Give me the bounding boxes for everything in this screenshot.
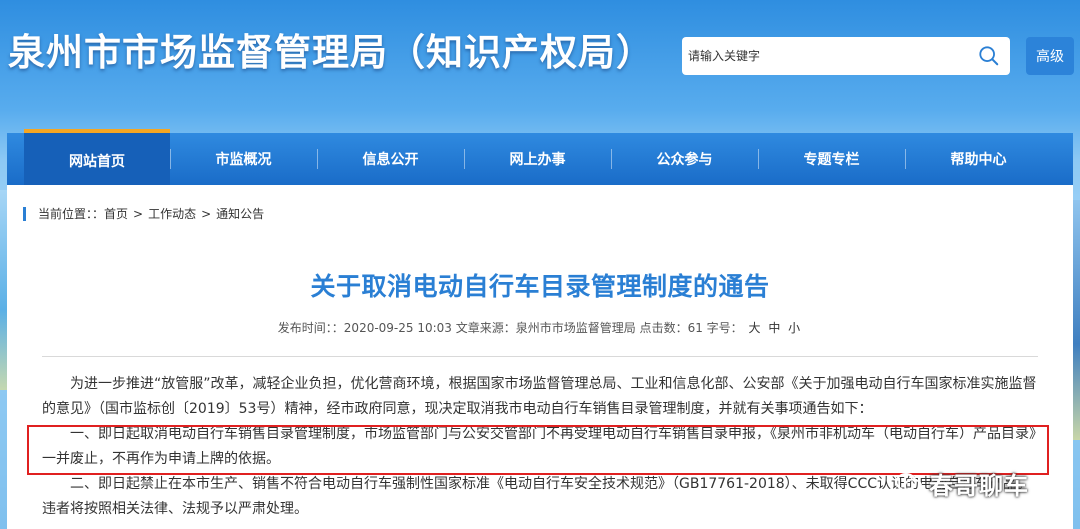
nav-label: 专题专栏 xyxy=(803,152,860,168)
search-icon[interactable] xyxy=(978,45,1000,67)
nav-label: 网站首页 xyxy=(69,154,125,170)
breadcrumb-separator: > xyxy=(201,206,212,221)
breadcrumb-marker xyxy=(23,206,26,221)
nav-label: 帮助中心 xyxy=(950,152,1007,168)
watermark-text: 春哥聊车 xyxy=(929,472,1029,500)
breadcrumb-home-link[interactable]: 首页 xyxy=(104,205,128,222)
nav-divider xyxy=(464,149,465,169)
nav-item-home[interactable]: 网站首页 xyxy=(24,129,170,185)
nav-divider xyxy=(905,149,906,169)
breadcrumb-prefix: 当前位置：： xyxy=(38,207,105,221)
search-input[interactable] xyxy=(682,37,968,75)
nav-item-special-topics[interactable]: 专题专栏 xyxy=(758,133,905,185)
advanced-search-button[interactable]: 高级 xyxy=(1026,37,1074,75)
breadcrumb-separator: > xyxy=(133,206,144,221)
article-paragraph: 为进一步推进“放管服”改革，减轻企业负担，优化营商环境，根据国家市场监督管理总局… xyxy=(42,376,1037,417)
article-meta-text: 发布时间：：2020-09-25 10:03 文章来源：泉州市市场监督管理局 点… xyxy=(277,321,743,335)
nav-divider xyxy=(758,149,759,169)
nav-item-overview[interactable]: 市监概况 xyxy=(170,133,317,185)
nav-label: 信息公开 xyxy=(362,152,419,168)
nav-item-online-service[interactable]: 网上办事 xyxy=(464,133,611,185)
wechat-icon xyxy=(895,472,922,493)
article-meta: 发布时间：：2020-09-25 10:03 文章来源：泉州市市场监督管理局 点… xyxy=(7,319,1073,336)
nav-divider xyxy=(317,149,318,169)
site-title: 泉州市市场监督管理局（知识产权局） xyxy=(8,31,654,74)
article-paragraph: 二、即日起禁止在本市生产、销售不符合电动自行车强制性国家标准《电动自行车安全技术… xyxy=(42,476,1031,517)
breadcrumb: 当前位置：： 首页 > 工作动态 > 通知公告 xyxy=(23,205,264,222)
search-box xyxy=(682,37,1010,75)
breadcrumb-news-link[interactable]: 工作动态 xyxy=(148,205,196,222)
font-size-small-link[interactable]: 小 xyxy=(788,321,800,335)
article-title: 关于取消电动自行车目录管理制度的通告 xyxy=(310,272,770,301)
font-size-medium-link[interactable]: 中 xyxy=(768,321,780,335)
nav-item-help-center[interactable]: 帮助中心 xyxy=(905,133,1052,185)
title-divider xyxy=(42,356,1038,357)
main-nav: 网站首页 市监概况 信息公开 网上办事 公众参与 专题专栏 帮助中心 xyxy=(7,129,1073,185)
nav-label: 公众参与 xyxy=(656,152,713,168)
nav-divider xyxy=(170,149,171,169)
breadcrumb-notices-link[interactable]: 通知公告 xyxy=(216,205,264,222)
font-size-large-link[interactable]: 大 xyxy=(748,321,760,335)
nav-label: 网上办事 xyxy=(509,152,566,168)
nav-item-info-disclosure[interactable]: 信息公开 xyxy=(317,133,464,185)
nav-label: 市监概况 xyxy=(215,152,272,168)
watermark: 春哥聊车 xyxy=(895,466,1029,501)
nav-divider xyxy=(611,149,612,169)
nav-item-public-participation[interactable]: 公众参与 xyxy=(611,133,758,185)
